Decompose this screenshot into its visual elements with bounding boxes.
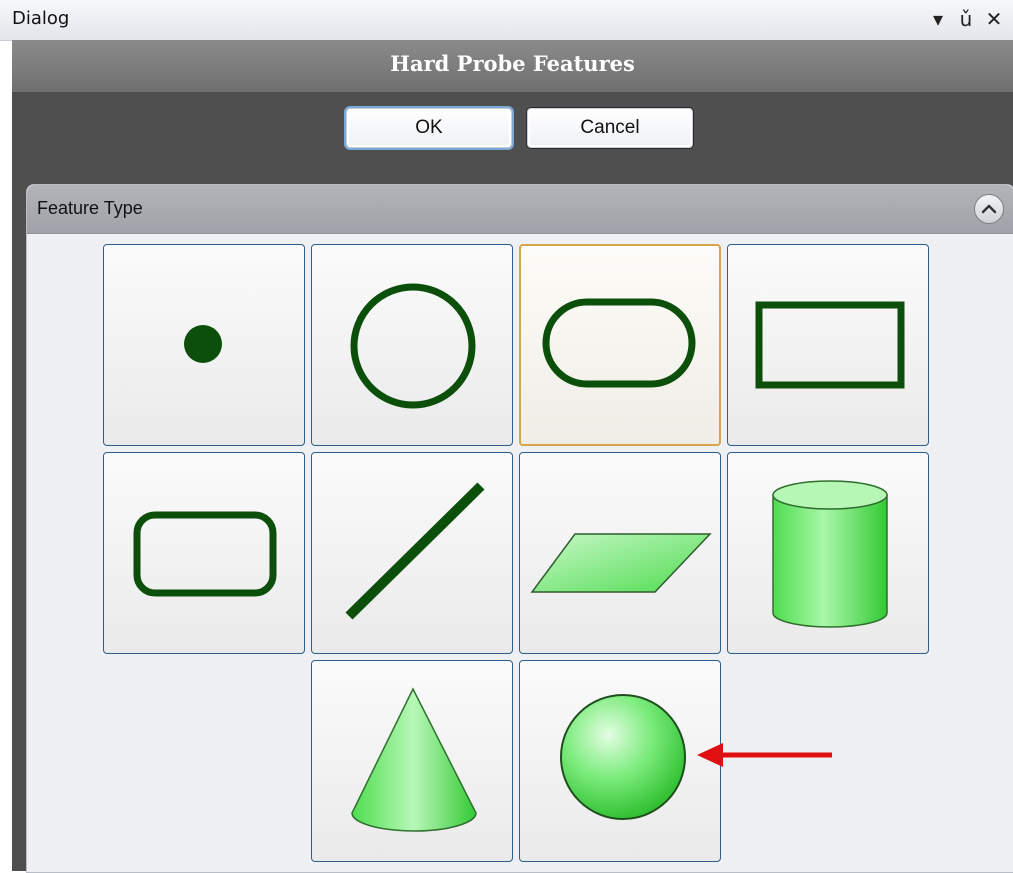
feature-cone-tile[interactable] (311, 660, 513, 862)
feature-plane-tile[interactable] (519, 452, 721, 654)
feature-type-label: Feature Type (37, 198, 143, 218)
line-icon (345, 482, 485, 620)
point-icon (184, 325, 222, 363)
feature-slot-tile[interactable] (519, 244, 721, 446)
feature-cylinder-tile[interactable] (727, 452, 929, 654)
cylinder-icon (772, 480, 888, 628)
dialog-title: Hard Probe Features (390, 51, 635, 76)
cancel-button[interactable]: Cancel (527, 108, 693, 148)
close-icon[interactable]: ✕ (983, 6, 1005, 32)
rectangle-icon (755, 301, 905, 389)
feature-rectangle-tile[interactable] (727, 244, 929, 446)
ok-button[interactable]: OK (346, 108, 512, 148)
circle-icon (350, 283, 476, 409)
slot-icon (542, 298, 696, 388)
feature-rounded-rectangle-tile[interactable] (103, 452, 305, 654)
rounded-rectangle-icon (133, 511, 277, 597)
dropdown-arrow-icon[interactable]: ▾ (927, 6, 949, 32)
feature-type-header[interactable]: Feature Type (27, 185, 1013, 234)
button-bar: OK Cancel (12, 92, 1013, 168)
feature-circle-tile[interactable] (311, 244, 513, 446)
sphere-icon (560, 694, 686, 820)
plane-icon (530, 533, 712, 593)
window-titlebar: Dialog ▾ ǔ ✕ (0, 0, 1013, 41)
feature-line-tile[interactable] (311, 452, 513, 654)
pin-icon[interactable]: ǔ (955, 6, 977, 32)
chevron-up-icon[interactable] (974, 194, 1004, 224)
feature-sphere-tile[interactable] (519, 660, 721, 862)
red-arrow-icon (697, 743, 832, 767)
dialog-header: Hard Probe Features (12, 40, 1013, 93)
window-title: Dialog (12, 8, 70, 29)
cone-icon (351, 687, 477, 832)
feature-point-tile[interactable] (103, 244, 305, 446)
